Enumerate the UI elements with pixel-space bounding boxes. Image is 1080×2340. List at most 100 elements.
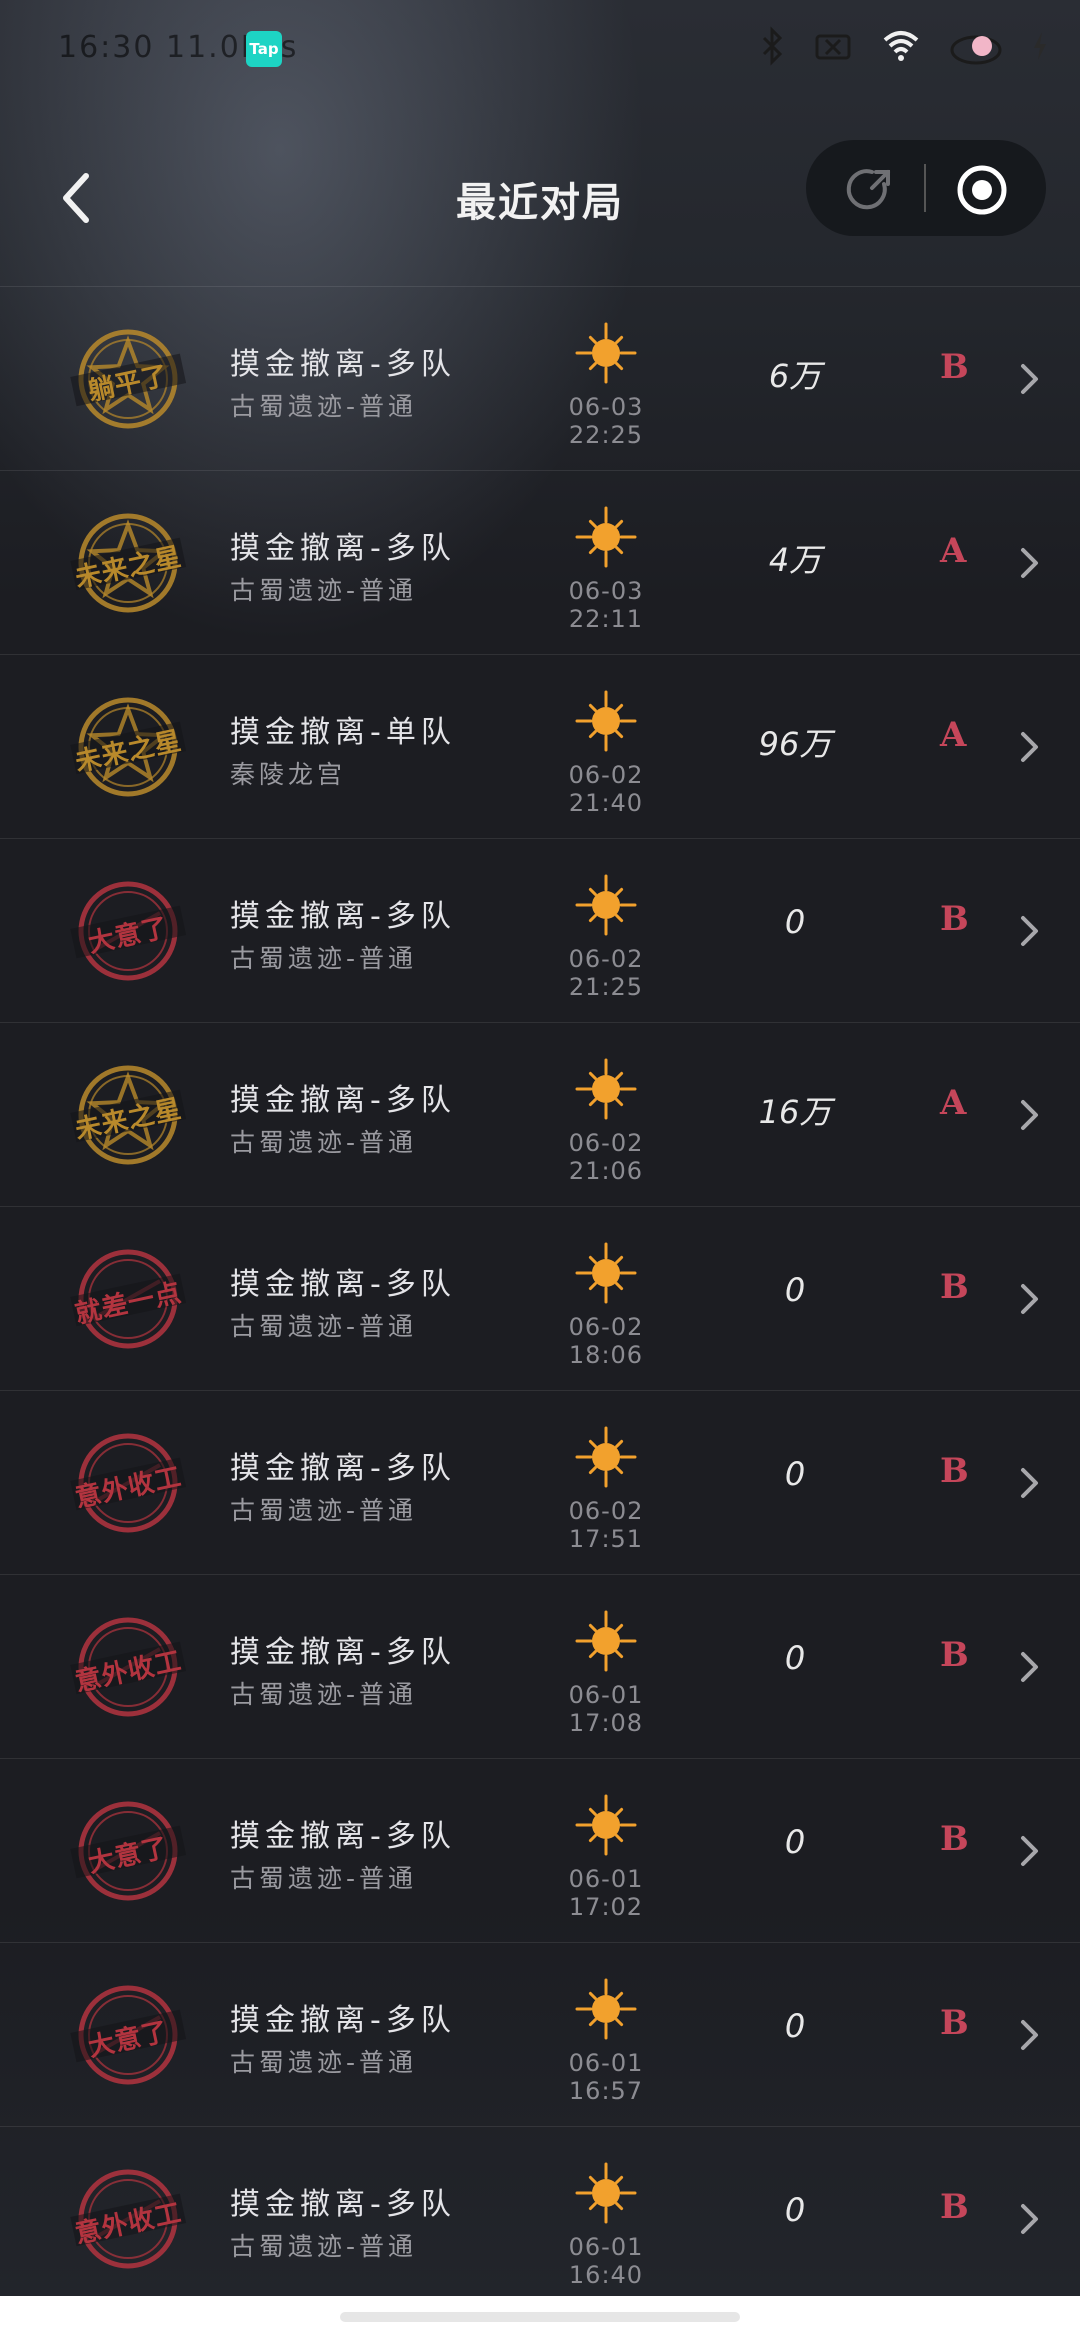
- cloud-icon: [950, 35, 1002, 65]
- match-map: 古蜀遗迹-普通: [230, 944, 418, 973]
- match-grade: B: [940, 1819, 969, 1859]
- match-score: 16万: [758, 1093, 832, 1131]
- chevron-right-icon[interactable]: [1018, 2201, 1042, 2237]
- match-map: 秦陵龙宫: [230, 760, 347, 789]
- chevron-right-icon[interactable]: [1018, 1833, 1042, 1869]
- sun-icon: [575, 1242, 637, 1304]
- match-score: 96万: [758, 725, 832, 763]
- match-mode: 摸金撤离-多队: [230, 1267, 456, 1302]
- match-time: 06-02 18:06: [568, 1313, 644, 1369]
- mini-program-capsule: [806, 140, 1046, 236]
- match-row[interactable]: 意外收工 摸金撤离-多队 古蜀遗迹-普通 06-02 17:51 0 B: [0, 1390, 1080, 1574]
- chevron-right-icon[interactable]: [1018, 1465, 1042, 1501]
- match-mode: 摸金撤离-多队: [230, 531, 456, 566]
- match-mode: 摸金撤离-多队: [230, 899, 456, 934]
- status-icons: [756, 26, 1050, 66]
- chevron-right-icon[interactable]: [1018, 729, 1042, 765]
- result-badge: 大意了: [66, 879, 190, 983]
- match-mode: 摸金撤离-多队: [230, 1451, 456, 1486]
- sun-icon: [575, 2162, 637, 2224]
- match-row[interactable]: 就差一点 摸金撤离-多队 古蜀遗迹-普通 06-02 18:06 0 B: [0, 1206, 1080, 1390]
- match-list: 躺平了 摸金撤离-多队 古蜀遗迹-普通 06-03 22:25 6万 B 未来之星 摸金撤离-…: [0, 286, 1080, 2311]
- header: 最近对局: [0, 140, 1080, 260]
- match-map: 古蜀遗迹-普通: [230, 1864, 418, 1893]
- match-row[interactable]: 大意了 摸金撤离-多队 古蜀遗迹-普通 06-01 17:02 0 B: [0, 1758, 1080, 1942]
- sun-icon: [575, 690, 637, 752]
- match-grade: B: [940, 2003, 969, 2043]
- match-time: 06-02 21:06: [568, 1129, 644, 1185]
- sun-icon: [575, 1058, 637, 1120]
- match-mode: 摸金撤离-多队: [230, 1635, 456, 1670]
- chevron-right-icon[interactable]: [1018, 1649, 1042, 1685]
- result-badge: 大意了: [66, 1983, 190, 2087]
- match-time: 06-02 17:51: [568, 1497, 644, 1553]
- result-badge: 意外收工: [66, 1431, 190, 1535]
- match-row[interactable]: 大意了 摸金撤离-多队 古蜀遗迹-普通 06-02 21:25 0 B: [0, 838, 1080, 1022]
- match-row[interactable]: 躺平了 摸金撤离-多队古蜀遗迹-普通 06-03 22:25 6万 B: [0, 286, 1080, 470]
- match-mode: 摸金撤离-单队: [230, 715, 456, 750]
- match-time: 06-01 16:40: [568, 2233, 644, 2289]
- chevron-right-icon[interactable]: [1018, 361, 1042, 397]
- match-score: 0: [784, 903, 806, 941]
- match-row[interactable]: 意外收工 摸金撤离-多队 古蜀遗迹-普通 06-01 16:40 0 B: [0, 2126, 1080, 2311]
- match-map: 古蜀遗迹-普通: [230, 1496, 418, 1525]
- result-badge: 躺平了: [66, 327, 190, 431]
- match-row[interactable]: 未来之星 摸金撤离-多队古蜀遗迹-普通 06-03 22:11 4万 A: [0, 470, 1080, 654]
- sun-icon: [575, 1426, 637, 1488]
- match-grade: B: [940, 347, 969, 387]
- sun-icon: [575, 322, 637, 384]
- chevron-right-icon[interactable]: [1018, 913, 1042, 949]
- result-badge: 大意了: [66, 1799, 190, 1903]
- match-grade: A: [940, 715, 967, 755]
- chevron-right-icon[interactable]: [1018, 2017, 1042, 2053]
- chevron-right-icon[interactable]: [1018, 1097, 1042, 1133]
- match-map: 古蜀遗迹-普通: [230, 1312, 418, 1341]
- chevron-right-icon[interactable]: [1018, 545, 1042, 581]
- result-badge: 意外收工: [66, 2167, 190, 2271]
- sun-icon: [575, 874, 637, 936]
- bluetooth-icon: [762, 26, 783, 66]
- record-icon[interactable]: [954, 162, 1010, 218]
- match-score: 0: [784, 1639, 806, 1677]
- match-score: 0: [784, 2007, 806, 2045]
- match-row[interactable]: 未来之星 摸金撤离-多队 古蜀遗迹-普通 06-02 21:06 16万 A: [0, 1022, 1080, 1206]
- match-score: 0: [784, 1271, 806, 1309]
- match-time: 06-03 22:11: [568, 577, 644, 633]
- match-map: 古蜀遗迹-普通: [230, 576, 418, 605]
- match-grade: B: [940, 1635, 969, 1675]
- result-badge: 未来之星: [66, 511, 190, 615]
- sun-icon: [575, 506, 637, 568]
- match-mode: 摸金撤离-多队: [230, 347, 456, 382]
- match-map: 古蜀遗迹-普通: [230, 2232, 418, 2261]
- result-badge: 就差一点: [66, 1247, 190, 1351]
- match-mode: 摸金撤离-多队: [230, 1083, 456, 1118]
- match-time: 06-01 16:57: [568, 2049, 644, 2105]
- chevron-right-icon[interactable]: [1018, 1281, 1042, 1317]
- match-row[interactable]: 未来之星 摸金撤离-单队秦陵龙宫 06-02 21:40 96万 A: [0, 654, 1080, 838]
- match-time: 06-01 17:08: [568, 1681, 644, 1737]
- match-row[interactable]: 大意了 摸金撤离-多队 古蜀遗迹-普通 06-01 16:57 0 B: [0, 1942, 1080, 2126]
- match-mode: 摸金撤离-多队: [230, 2187, 456, 2222]
- result-badge: 未来之星: [66, 695, 190, 799]
- match-row[interactable]: 意外收工 摸金撤离-多队 古蜀遗迹-普通 06-01 17:08 0 B: [0, 1574, 1080, 1758]
- match-mode: 摸金撤离-多队: [230, 1819, 456, 1854]
- tap-app-icon: Tap: [246, 31, 282, 67]
- match-score: 6万: [768, 357, 822, 395]
- sun-icon: [575, 1610, 637, 1672]
- match-time: 06-02 21:40: [568, 761, 644, 817]
- match-map: 古蜀遗迹-普通: [230, 392, 418, 421]
- capsule-divider: [924, 164, 926, 212]
- result-badge: 意外收工: [66, 1615, 190, 1719]
- status-bar: 16:30 11.0M/s Tap: [0, 0, 1080, 100]
- wifi-icon: [883, 31, 919, 61]
- match-score: 0: [784, 2191, 806, 2229]
- match-grade: A: [940, 531, 967, 571]
- match-score: 4万: [768, 541, 822, 579]
- match-mode: 摸金撤离-多队: [230, 2003, 456, 2038]
- sun-icon: [575, 1978, 637, 2040]
- match-grade: B: [940, 1451, 969, 1491]
- match-time: 06-03 22:25: [568, 393, 644, 449]
- share-icon[interactable]: [842, 162, 898, 218]
- match-grade: B: [940, 899, 969, 939]
- home-indicator[interactable]: [340, 2312, 740, 2322]
